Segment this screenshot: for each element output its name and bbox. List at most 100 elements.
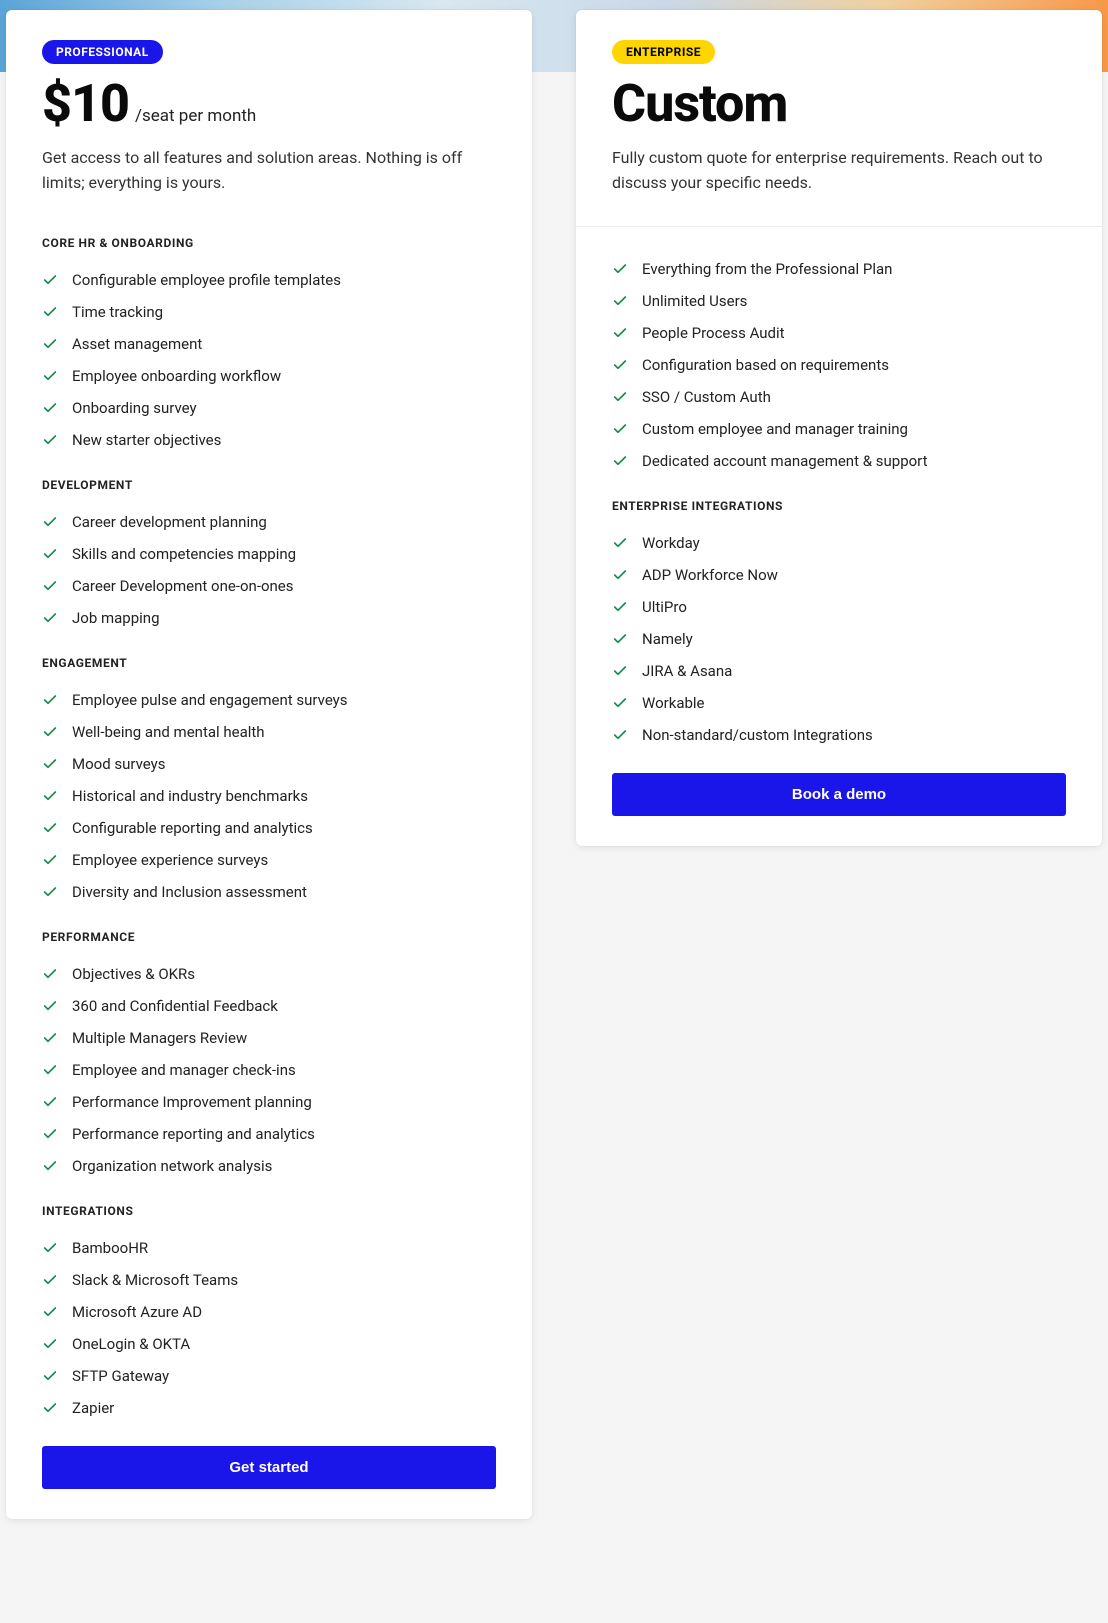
- feature-item: Workable: [612, 687, 1066, 719]
- check-icon: [42, 578, 58, 594]
- feature-item: New starter objectives: [42, 424, 496, 456]
- check-icon: [42, 1030, 58, 1046]
- pricing-container: PROFESSIONAL $10 /seat per month Get acc…: [0, 0, 1108, 1539]
- feature-label: UltiPro: [642, 598, 687, 616]
- feature-label: Workday: [642, 534, 700, 552]
- check-icon: [612, 567, 628, 583]
- check-icon: [42, 272, 58, 288]
- feature-label: Configurable employee profile templates: [72, 271, 341, 289]
- feature-item: Dedicated account management & support: [612, 445, 1066, 477]
- feature-item: Career development planning: [42, 506, 496, 538]
- check-icon: [612, 535, 628, 551]
- check-icon: [42, 1336, 58, 1352]
- check-icon: [42, 884, 58, 900]
- feature-label: Job mapping: [72, 609, 160, 627]
- check-icon: [42, 820, 58, 836]
- feature-label: BambooHR: [72, 1239, 148, 1257]
- feature-label: Time tracking: [72, 303, 163, 321]
- check-icon: [42, 1272, 58, 1288]
- feature-item: Microsoft Azure AD: [42, 1296, 496, 1328]
- feature-item: Employee pulse and engagement surveys: [42, 684, 496, 716]
- feature-label: Zapier: [72, 1399, 114, 1417]
- plan-badge-professional: PROFESSIONAL: [42, 40, 163, 64]
- feature-list: Everything from the Professional PlanUnl…: [612, 253, 1066, 477]
- feature-label: 360 and Confidential Feedback: [72, 997, 278, 1015]
- feature-item: Job mapping: [42, 602, 496, 634]
- plan-header-enterprise: ENTERPRISE Custom Fully custom quote for…: [576, 10, 1102, 226]
- feature-label: Asset management: [72, 335, 202, 353]
- feature-label: Performance Improvement planning: [72, 1093, 312, 1111]
- feature-label: Employee onboarding workflow: [72, 367, 281, 385]
- feature-item: Slack & Microsoft Teams: [42, 1264, 496, 1296]
- plan-price-unit: /seat per month: [135, 106, 256, 126]
- feature-label: Multiple Managers Review: [72, 1029, 247, 1047]
- check-icon: [612, 293, 628, 309]
- check-icon: [612, 663, 628, 679]
- feature-item: Asset management: [42, 328, 496, 360]
- feature-label: SFTP Gateway: [72, 1367, 169, 1385]
- feature-label: New starter objectives: [72, 431, 221, 449]
- check-icon: [42, 1368, 58, 1384]
- check-icon: [42, 788, 58, 804]
- feature-label: Unlimited Users: [642, 292, 747, 310]
- check-icon: [42, 400, 58, 416]
- feature-label: SSO / Custom Auth: [642, 388, 771, 406]
- feature-label: Microsoft Azure AD: [72, 1303, 202, 1321]
- feature-item: Diversity and Inclusion assessment: [42, 876, 496, 908]
- feature-label: Namely: [642, 630, 693, 648]
- feature-item: Unlimited Users: [612, 285, 1066, 317]
- feature-item: Performance reporting and analytics: [42, 1118, 496, 1150]
- feature-label: Slack & Microsoft Teams: [72, 1271, 238, 1289]
- book-demo-button[interactable]: Book a demo: [612, 773, 1066, 816]
- check-icon: [42, 1062, 58, 1078]
- section-title: PERFORMANCE: [42, 930, 496, 944]
- plan-card-professional: PROFESSIONAL $10 /seat per month Get acc…: [6, 10, 532, 1519]
- plan-body-enterprise: Everything from the Professional PlanUnl…: [576, 226, 1102, 846]
- check-icon: [42, 1094, 58, 1110]
- check-icon: [42, 1158, 58, 1174]
- feature-item: Zapier: [42, 1392, 496, 1424]
- feature-item: Objectives & OKRs: [42, 958, 496, 990]
- feature-item: UltiPro: [612, 591, 1066, 623]
- feature-item: Mood surveys: [42, 748, 496, 780]
- feature-item: OneLogin & OKTA: [42, 1328, 496, 1360]
- feature-item: Onboarding survey: [42, 392, 496, 424]
- section-title: ENTERPRISE INTEGRATIONS: [612, 499, 1066, 513]
- feature-label: Historical and industry benchmarks: [72, 787, 308, 805]
- feature-item: Non-standard/custom Integrations: [612, 719, 1066, 751]
- feature-item: Multiple Managers Review: [42, 1022, 496, 1054]
- section-title: INTEGRATIONS: [42, 1204, 496, 1218]
- feature-label: Onboarding survey: [72, 399, 197, 417]
- feature-label: Non-standard/custom Integrations: [642, 726, 873, 744]
- feature-label: Employee pulse and engagement surveys: [72, 691, 348, 709]
- check-icon: [612, 631, 628, 647]
- feature-label: Career Development one-on-ones: [72, 577, 294, 595]
- feature-label: Dedicated account management & support: [642, 452, 928, 470]
- feature-item: BambooHR: [42, 1232, 496, 1264]
- price-line: $10 /seat per month: [42, 78, 496, 130]
- feature-label: Configurable reporting and analytics: [72, 819, 313, 837]
- feature-item: Custom employee and manager training: [612, 413, 1066, 445]
- check-icon: [612, 389, 628, 405]
- feature-item: People Process Audit: [612, 317, 1066, 349]
- feature-item: Skills and competencies mapping: [42, 538, 496, 570]
- feature-list: Objectives & OKRs 360 and Confidential Fe…: [42, 958, 496, 1182]
- check-icon: [612, 727, 628, 743]
- feature-item: Configurable reporting and analytics: [42, 812, 496, 844]
- check-icon: [42, 1304, 58, 1320]
- section-title: DEVELOPMENT: [42, 478, 496, 492]
- feature-item: Well-being and mental health: [42, 716, 496, 748]
- plan-header-professional: PROFESSIONAL $10 /seat per month Get acc…: [6, 10, 532, 226]
- feature-item: Workday: [612, 527, 1066, 559]
- plan-price: $10: [42, 78, 129, 130]
- feature-label: People Process Audit: [642, 324, 785, 342]
- feature-label: Organization network analysis: [72, 1157, 272, 1175]
- feature-label: Performance reporting and analytics: [72, 1125, 315, 1143]
- feature-list: Configurable employee profile templates T…: [42, 264, 496, 456]
- feature-item: Employee and manager check-ins: [42, 1054, 496, 1086]
- feature-list: Employee pulse and engagement surveys Wel…: [42, 684, 496, 908]
- feature-item: Career Development one-on-ones: [42, 570, 496, 602]
- feature-item: SSO / Custom Auth: [612, 381, 1066, 413]
- check-icon: [42, 514, 58, 530]
- get-started-button[interactable]: Get started: [42, 1446, 496, 1489]
